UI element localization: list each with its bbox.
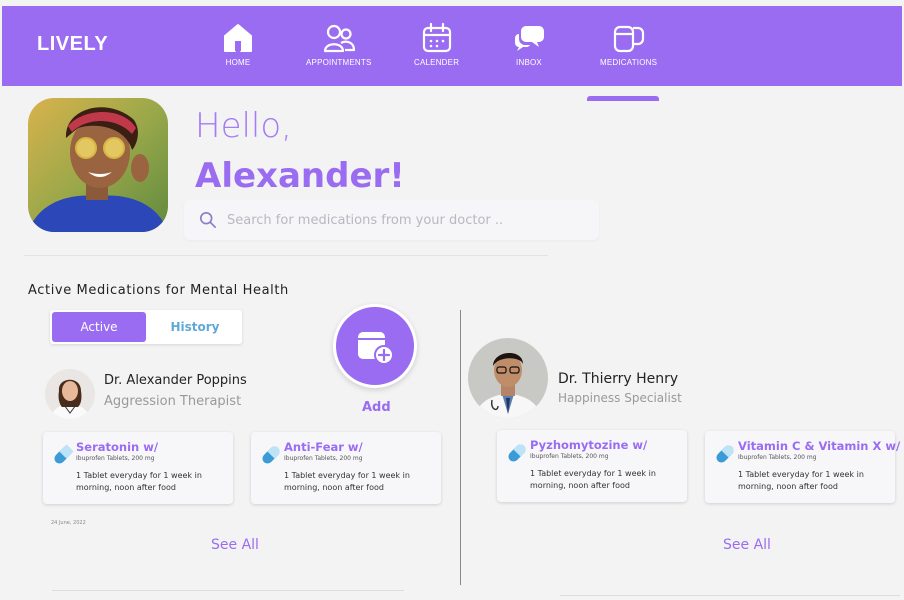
medication-description: 1 Tablet everyday for 1 week in morning,… xyxy=(284,471,410,492)
nav-inbox-label: INBOX xyxy=(516,58,542,67)
see-all-link[interactable]: See All xyxy=(211,537,259,553)
medication-subtitle: Ibuprofen Tablets, 200 mg xyxy=(76,455,155,462)
greeting-hello: Hello, xyxy=(195,106,292,146)
prescription-date: 24 June, 2022 xyxy=(51,520,86,526)
nav-inbox[interactable]: INBOX xyxy=(513,22,545,67)
brand-logo[interactable]: LIVELY xyxy=(37,33,108,56)
user-avatar[interactable] xyxy=(28,98,168,232)
nav-appointments[interactable]: APPOINTMENTS xyxy=(306,22,372,67)
nav-medications-label: MEDICATIONS xyxy=(600,58,658,67)
nav-calendar-label: CALENDER xyxy=(414,58,460,67)
medication-title: Vitamin C & Vitamin X w/ xyxy=(738,439,901,453)
medication-icon xyxy=(613,25,644,53)
add-label[interactable]: Add xyxy=(362,400,391,415)
see-all-link[interactable]: See All xyxy=(723,537,771,553)
calendar-icon xyxy=(422,22,451,53)
medication-subtitle: Ibuprofen Tablets, 200 mg xyxy=(738,454,817,461)
pill-icon xyxy=(508,444,526,462)
medication-card[interactable]: Vitamin C & Vitamin X w/ Ibuprofen Table… xyxy=(705,431,900,503)
chat-icon xyxy=(515,26,544,51)
calendar-add-icon xyxy=(358,332,394,365)
section-title: Active Medications for Mental Health xyxy=(28,283,289,298)
medication-title: Anti-Fear w/ xyxy=(284,440,363,454)
nav-appointments-label: APPOINTMENTS xyxy=(306,58,372,67)
nav-home[interactable]: HOME xyxy=(222,22,254,67)
doctor-role: Aggression Therapist xyxy=(104,394,242,409)
medication-description: 1 Tablet everyday for 1 week in morning,… xyxy=(530,469,656,490)
divider xyxy=(560,595,900,596)
active-nav-indicator xyxy=(587,96,659,101)
doctor-avatar[interactable] xyxy=(468,338,548,418)
medication-description: 1 Tablet everyday for 1 week in morning,… xyxy=(76,471,202,492)
pill-icon xyxy=(54,444,74,464)
medication-subtitle: Ibuprofen Tablets, 200 mg xyxy=(284,455,363,462)
status-tabs: Active History xyxy=(50,310,242,344)
doctor-name: Dr. Alexander Poppins xyxy=(104,373,247,388)
search-bar[interactable] xyxy=(184,200,599,240)
nav-home-label: HOME xyxy=(225,58,251,67)
vertical-divider xyxy=(460,310,461,585)
medication-description: 1 Tablet everyday for 1 week in morning,… xyxy=(738,470,864,491)
search-input[interactable] xyxy=(227,212,587,228)
add-medication-button[interactable] xyxy=(333,304,417,388)
medication-title: Seratonin w/ xyxy=(76,440,159,454)
divider xyxy=(24,255,548,256)
medication-card[interactable]: Pyzhomytozine w/ Ibuprofen Tablets, 200 … xyxy=(497,430,687,502)
users-icon xyxy=(323,24,355,53)
medication-subtitle: Ibuprofen Tablets, 200 mg xyxy=(530,453,609,460)
nav-calendar[interactable]: CALENDER xyxy=(414,22,459,67)
doctor-avatar[interactable] xyxy=(45,369,95,419)
home-icon xyxy=(224,24,252,52)
doctor-role: Happiness Specialist xyxy=(558,391,682,405)
search-icon xyxy=(199,211,217,229)
tab-active[interactable]: Active xyxy=(52,312,146,342)
medication-title: Pyzhomytozine w/ xyxy=(530,438,648,452)
doctor-name: Dr. Thierry Henry xyxy=(558,371,679,387)
medication-card[interactable]: Seratonin w/ Ibuprofen Tablets, 200 mg 1… xyxy=(43,432,233,504)
pill-icon xyxy=(262,446,280,464)
greeting-name: Alexander! xyxy=(195,156,405,196)
nav-medications[interactable]: MEDICATIONS xyxy=(600,22,657,67)
medication-card[interactable]: Anti-Fear w/ Ibuprofen Tablets, 200 mg 1… xyxy=(251,432,441,504)
divider xyxy=(52,590,404,591)
pill-icon xyxy=(716,445,734,463)
top-nav-bar: LIVELY HOME APPOINTMENTS CALENDER INBOX … xyxy=(2,6,902,86)
tab-history[interactable]: History xyxy=(148,310,242,344)
